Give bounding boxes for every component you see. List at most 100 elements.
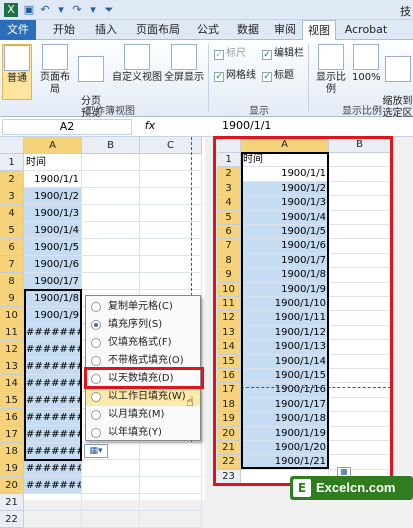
row-header[interactable]: 19 [0,460,24,477]
row-header[interactable]: 7 [0,256,24,273]
menu-item[interactable]: 填充序列(S) [86,316,200,334]
table-cell[interactable] [82,188,140,205]
table-cell[interactable] [82,154,140,171]
full-screen-button[interactable]: 全屏显示 [164,44,204,84]
tab-data[interactable]: 数据 [228,20,268,40]
row-header[interactable]: 1 [0,154,24,171]
undo-icon[interactable]: ↶ [38,3,52,17]
table-cell[interactable] [82,239,140,256]
row-header[interactable]: 5 [0,222,24,239]
table-cell[interactable] [140,205,202,222]
column-header[interactable]: B [82,137,140,154]
table-cell[interactable] [82,511,140,528]
table-cell[interactable]: 时间 [24,154,82,171]
select-all-corner[interactable] [0,137,24,154]
row-header[interactable]: 17 [0,426,24,443]
table-cell[interactable]: 1900/1/1 [24,171,82,188]
table-cell[interactable] [140,511,202,528]
table-cell[interactable] [24,511,82,528]
row-header[interactable]: 21 [0,494,24,511]
save-icon[interactable]: ▣ [22,3,36,17]
menu-item[interactable]: 复制单元格(C) [86,298,200,316]
row-header[interactable]: 12 [0,341,24,358]
page-layout-view-button[interactable]: 页面布局 [36,44,74,96]
gridlines-checkbox[interactable]: ✓ 网格线 [214,70,256,82]
table-cell[interactable]: 1900/1/3 [24,205,82,222]
table-cell[interactable] [140,273,202,290]
tab-acrobat[interactable]: Acrobat [338,20,394,40]
tab-insert[interactable]: 插入 [86,20,126,40]
table-cell[interactable] [24,494,82,511]
row-header[interactable]: 9 [0,290,24,307]
column-header[interactable]: A [24,137,82,154]
row-header[interactable]: 4 [0,205,24,222]
name-box[interactable]: A2 [2,119,132,135]
table-cell[interactable] [82,477,140,494]
table-cell[interactable]: ######## [24,477,82,494]
normal-view-button[interactable]: 普通 [2,44,32,100]
row-header[interactable]: 13 [0,358,24,375]
table-cell[interactable] [82,171,140,188]
row-header[interactable]: 20 [0,477,24,494]
row-header[interactable]: 6 [0,239,24,256]
table-cell[interactable]: 1900/1/4 [24,222,82,239]
undo-dropdown-icon[interactable]: ▾ [54,3,68,17]
tab-review[interactable]: 审阅 [268,20,302,40]
table-cell[interactable]: 1900/1/6 [24,256,82,273]
formula-bar-checkbox[interactable]: ✓ 编辑栏 [262,48,304,60]
row-header[interactable]: 18 [0,443,24,460]
table-cell[interactable] [140,188,202,205]
row-header[interactable]: 15 [0,392,24,409]
tab-view[interactable]: 视图 [302,20,336,41]
tab-page-layout[interactable]: 页面布局 [128,20,188,40]
row-header[interactable]: 16 [0,409,24,426]
ruler-checkbox[interactable]: ✓ 标尺 [214,48,246,60]
row-header[interactable]: 10 [0,307,24,324]
table-cell[interactable] [140,154,202,171]
tab-formulas[interactable]: 公式 [188,20,228,40]
table-cell[interactable] [140,460,202,477]
menu-item[interactable]: 以工作日填充(W) [86,388,200,406]
table-cell[interactable] [140,239,202,256]
menu-item-label: 复制单元格(C) [108,301,173,312]
table-cell[interactable]: 1900/1/5 [24,239,82,256]
row-header[interactable]: 14 [0,375,24,392]
row-header[interactable]: 3 [0,188,24,205]
column-header[interactable]: C [140,137,202,154]
table-cell[interactable] [82,460,140,477]
table-cell[interactable] [82,222,140,239]
table-cell[interactable]: ######## [24,460,82,477]
menu-item[interactable]: 仅填充格式(F) [86,334,200,352]
zoom-100-label: 100% [352,72,381,83]
table-cell[interactable]: 1900/1/2 [24,188,82,205]
insert-function-icon[interactable]: fx [140,119,160,135]
row-header[interactable]: 11 [0,324,24,341]
table-cell[interactable] [140,222,202,239]
redo-dropdown-icon[interactable]: ▾ [86,3,100,17]
table-cell[interactable] [82,273,140,290]
table-cell[interactable] [140,477,202,494]
headings-checkbox[interactable]: ✓ 标题 [262,70,294,82]
table-cell[interactable] [82,205,140,222]
row-header[interactable]: 22 [0,511,24,528]
table-cell[interactable]: 1900/1/7 [24,273,82,290]
redo-icon[interactable]: ↷ [70,3,84,17]
menu-item[interactable]: 以年填充(Y) [86,424,200,442]
table-cell[interactable] [140,443,202,460]
custom-views-button[interactable]: 自定义视图 [112,44,162,84]
tab-file[interactable]: 文件 [0,20,36,40]
zoom-button[interactable]: 显示比例 [312,44,350,96]
table-cell[interactable] [140,171,202,188]
formula-input[interactable]: 1900/1/1 [222,119,408,135]
tab-home[interactable]: 开始 [44,20,84,40]
row-header[interactable]: 2 [0,171,24,188]
customize-qat-icon[interactable]: ⏷ [102,3,116,17]
menu-item[interactable]: 以月填充(M) [86,406,200,424]
table-cell[interactable] [82,256,140,273]
zoom-100-button[interactable]: 100% [352,44,381,84]
table-cell[interactable] [140,494,202,511]
table-cell[interactable] [82,494,140,511]
auto-fill-options-icon[interactable]: ▦▾ [84,444,108,458]
table-cell[interactable] [140,256,202,273]
row-header[interactable]: 8 [0,273,24,290]
